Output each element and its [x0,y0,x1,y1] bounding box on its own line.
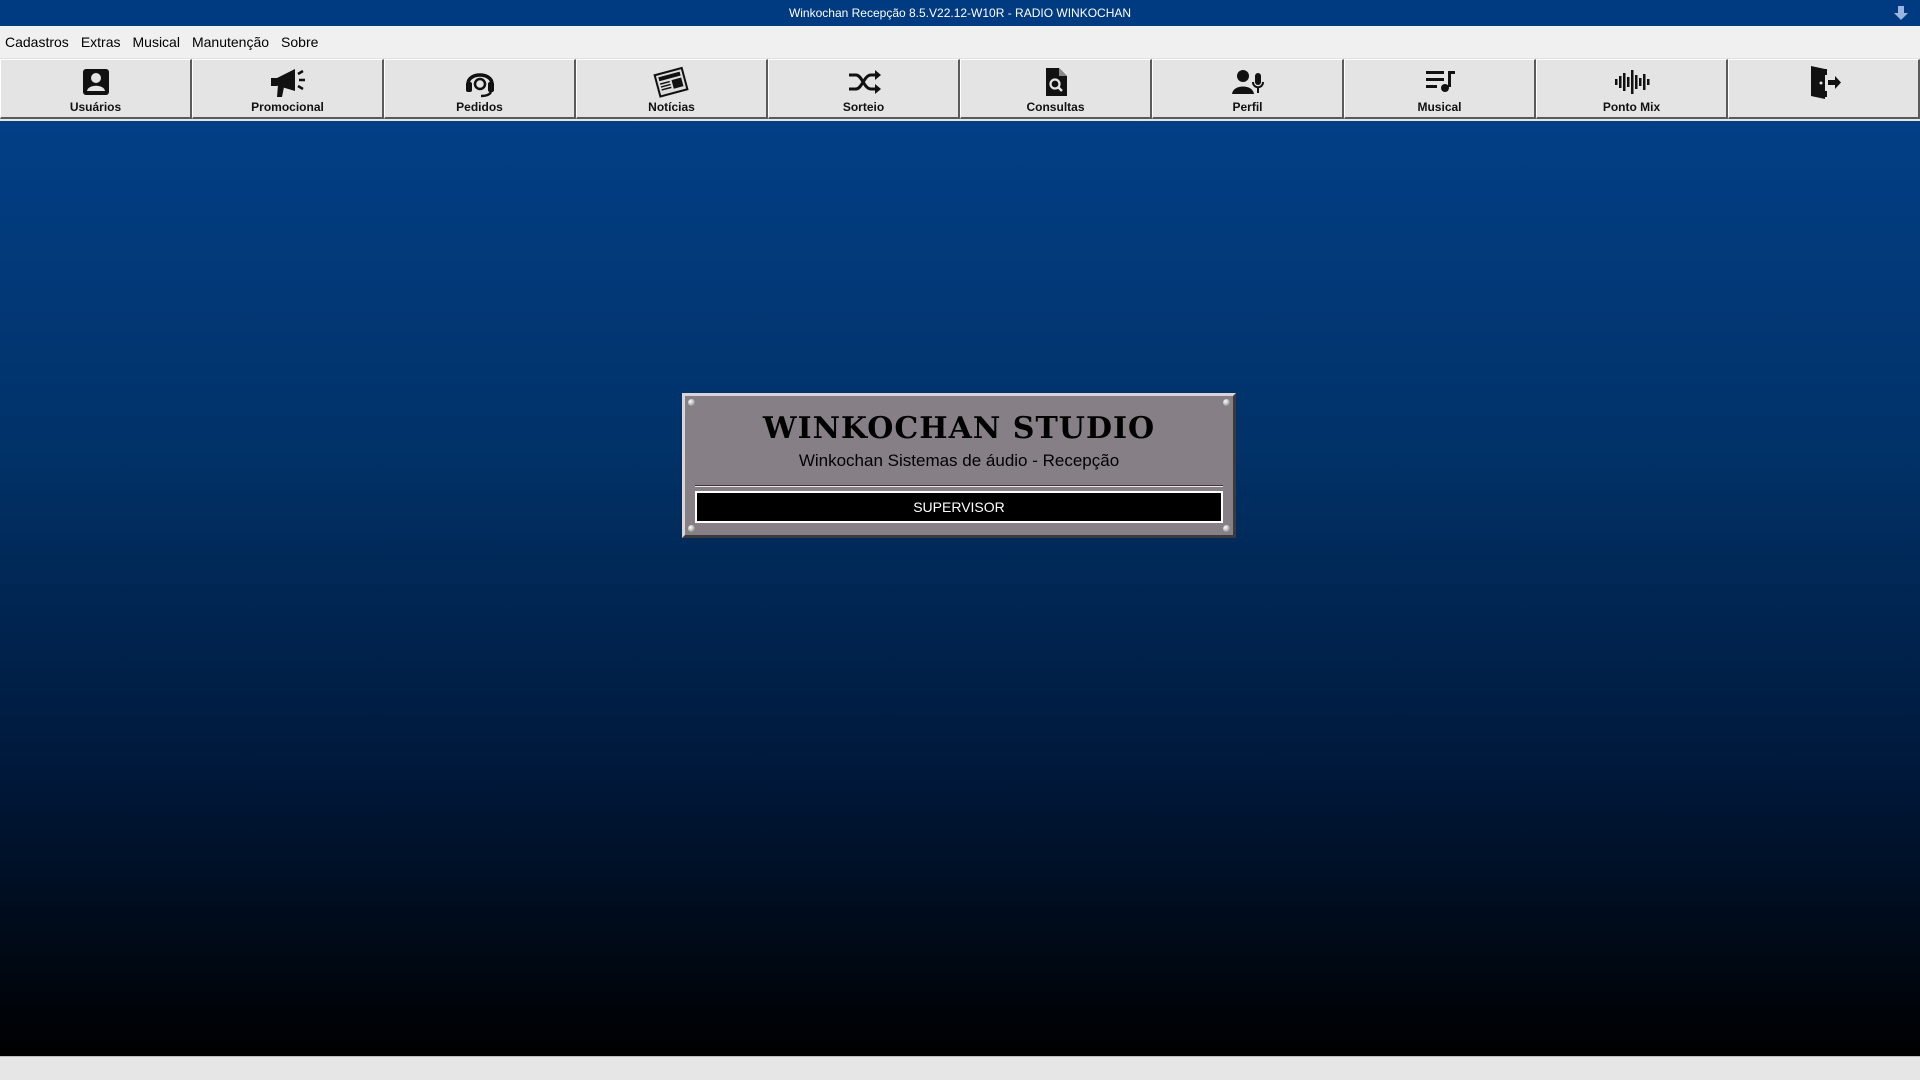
sorteio-label: Sorteio [842,100,885,114]
menu-manutencao[interactable]: Manutenção [186,26,275,58]
headset-icon [465,73,494,98]
musical-button[interactable]: Musical [1344,59,1536,119]
waveform-icon [1614,70,1649,94]
usuarios-label: Usuários [69,100,122,114]
exit-door-icon [1810,66,1841,99]
ponto-mix-button[interactable]: Ponto Mix [1536,59,1728,119]
promocional-label: Promocional [251,100,324,114]
menu-sobre[interactable]: Sobre [275,26,324,58]
perfil-label: Perfil [1232,100,1263,114]
title-bar: Winkochan Recepção 8.5.V22.12-W10R - RAD… [0,0,1920,26]
studio-plaque: WINKOCHAN STUDIO Winkochan Sistemas de á… [682,393,1236,538]
promocional-button[interactable]: Promocional [192,59,384,119]
menu-extras[interactable]: Extras [75,26,127,58]
menu-musical[interactable]: Musical [127,26,186,58]
shuffle-icon [848,70,881,94]
menu-cadastros[interactable]: Cadastros [0,26,75,58]
pedidos-label: Pedidos [456,100,503,114]
window-title: Winkochan Recepção 8.5.V22.12-W10R - RAD… [788,6,1132,20]
ponto-mix-label: Ponto Mix [1602,100,1661,114]
toolbar: Usuários Promocional Pedidos Notícias So… [0,59,1920,121]
noticias-label: Notícias [648,100,695,114]
perfil-button[interactable]: Perfil [1152,59,1344,119]
consultas-button[interactable]: Consultas [960,59,1152,119]
menu-bar: Cadastros Extras Musical Manutenção Sobr… [0,26,1920,59]
divider [695,485,1223,487]
sorteio-button[interactable]: Sorteio [768,59,960,119]
megaphone-icon [270,69,305,97]
plaque-title: WINKOCHAN STUDIO [762,411,1156,446]
screw-icon [1223,399,1230,406]
arrow-down-icon[interactable] [1892,4,1910,22]
screw-icon [688,525,695,532]
newspaper-icon [652,66,689,98]
consultas-label: Consultas [1026,100,1085,114]
plaque-subtitle: Winkochan Sistemas de áudio - Recepção [798,451,1120,470]
main-area [0,121,1920,1056]
screw-icon [688,399,695,406]
pedidos-button[interactable]: Pedidos [384,59,576,119]
status-bar [0,1056,1920,1080]
user-role-display: SUPERVISOR [695,491,1223,523]
screw-icon [1223,525,1230,532]
noticias-button[interactable]: Notícias [576,59,768,119]
user-mic-icon [1231,70,1264,94]
exit-button[interactable] [1728,59,1920,119]
musical-label: Musical [1417,100,1462,114]
usuarios-button[interactable]: Usuários [0,59,192,119]
app-window: Winkochan Recepção 8.5.V22.12-W10R - RAD… [0,0,1920,1080]
playlist-music-icon [1425,71,1455,92]
file-search-icon [1045,68,1067,96]
user-card-icon [82,69,109,95]
